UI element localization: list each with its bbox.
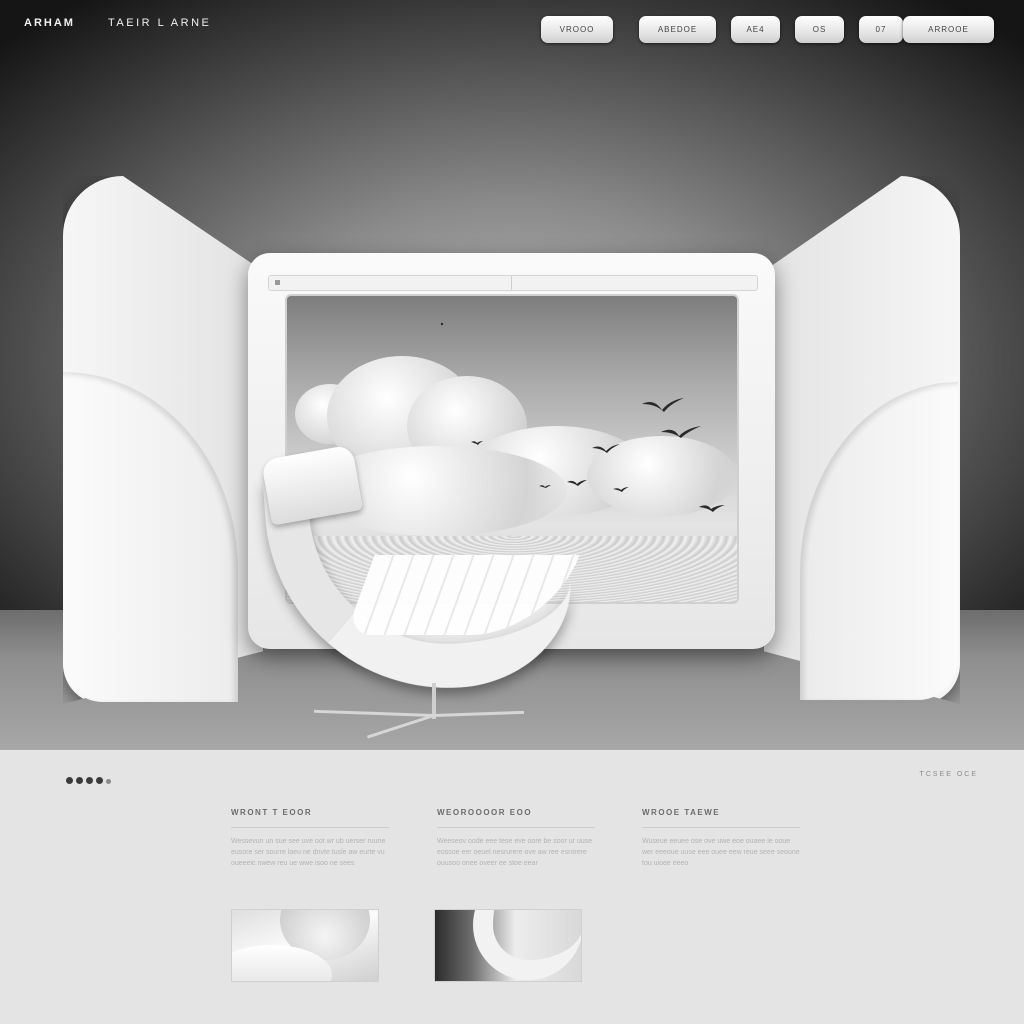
feature-title[interactable]: WROOE TAEWE	[642, 808, 800, 828]
carousel-pager[interactable]	[66, 771, 114, 784]
nav-button-3[interactable]: AE4	[731, 16, 780, 43]
feature-column-1: WRONT T EOOR Wessevun un sue see uve oot…	[231, 808, 389, 886]
pager-dot-3[interactable]	[86, 777, 93, 784]
more-link[interactable]: TCSEE OCE	[920, 771, 978, 778]
thumbnail-1[interactable]	[231, 909, 379, 982]
monitor-toolbar	[268, 275, 758, 291]
pager-dot-2[interactable]	[76, 777, 83, 784]
nav-button-5[interactable]: 07	[859, 16, 903, 43]
pager-dot-5[interactable]	[106, 779, 111, 784]
pager-dot-4[interactable]	[96, 777, 103, 784]
feature-title[interactable]: WEOROOOOR EOO	[437, 808, 595, 828]
feature-text: Wuseue eeuee ose ove uwe eoe ouaee ie oo…	[642, 838, 800, 867]
feature-title[interactable]: WRONT T EOOR	[231, 808, 389, 828]
brand-primary: ARHAM	[24, 17, 75, 29]
thumbnail-2[interactable]	[434, 909, 582, 982]
feature-text: Weeseov oode eee tese eve oore be soor u…	[437, 838, 593, 867]
nav-button-4[interactable]: OS	[795, 16, 844, 43]
nav-button-1[interactable]: VROOO	[541, 16, 613, 43]
window-dot-icon	[275, 280, 280, 285]
pager-dot-1[interactable]	[66, 777, 73, 784]
thumb-shape	[473, 910, 581, 980]
brand-logo[interactable]: ARHAM TAEIR L ARNE	[24, 17, 211, 29]
toolbar-divider	[511, 276, 512, 290]
feature-text: Wessevun un sue see uve oot wr ub uerser…	[231, 838, 386, 867]
brand-secondary: TAEIR L ARNE	[108, 17, 212, 29]
content-section	[0, 750, 1024, 1024]
hero-section: ARHAM TAEIR L ARNE VROOO ABEDOE AE4 OS 0…	[0, 0, 1024, 750]
feature-column-3: WROOE TAEWE Wuseue eeuee ose ove uwe eoe…	[642, 808, 800, 886]
nav-button-6[interactable]: ARROOE	[903, 16, 994, 43]
nav-button-2[interactable]: ABEDOE	[639, 16, 716, 43]
feature-column-2: WEOROOOOR EOO Weeseov oode eee tese eve …	[437, 808, 595, 886]
